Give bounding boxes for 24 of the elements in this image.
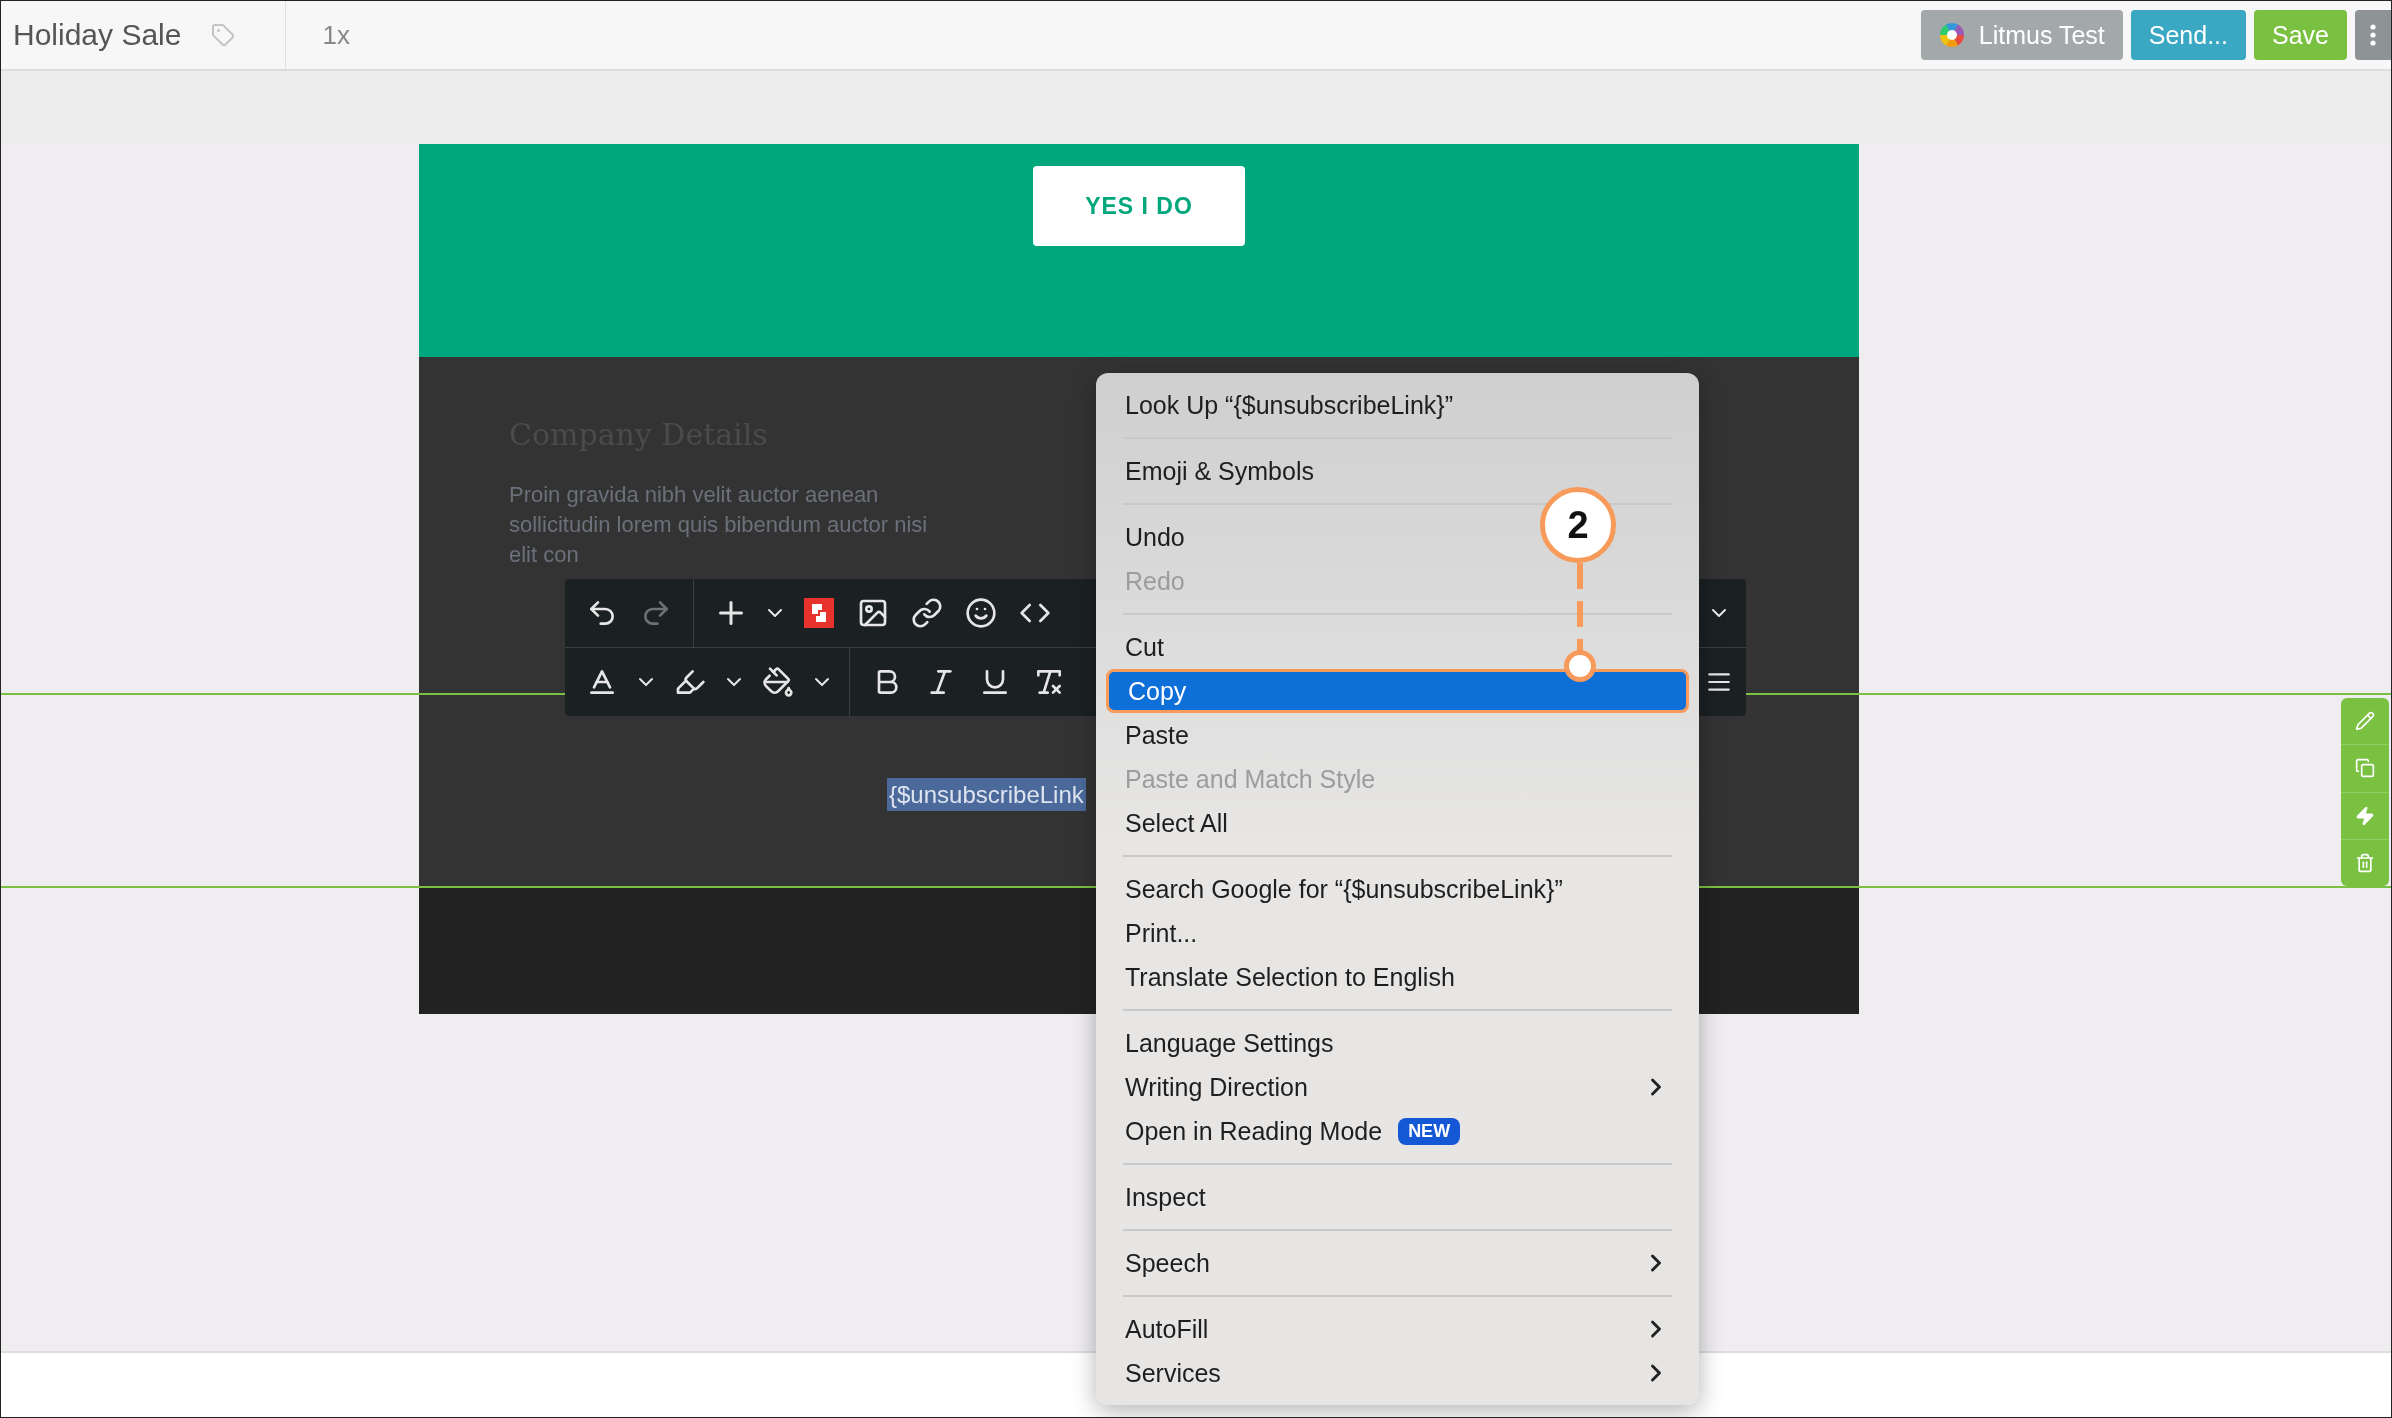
menu-item[interactable]: Open in Reading Mode NEW <box>1096 1109 1490 1153</box>
color-wheel-icon <box>1938 22 1965 48</box>
menu-item[interactable]: Writing Direction <box>1096 1065 1699 1109</box>
menu-item[interactable]: Print... <box>1096 911 1227 955</box>
menu-item[interactable]: Inspect <box>1096 1175 1235 1219</box>
more-icon <box>2370 24 2376 46</box>
menu-item[interactable]: Look Up “{$unsubscribeLink}” <box>1096 383 1482 427</box>
menu-item[interactable]: Speech <box>1096 1241 1699 1285</box>
menu-item[interactable]: Services <box>1096 1351 1699 1395</box>
menu-item[interactable]: Language Settings <box>1096 1021 1363 1065</box>
new-badge: NEW <box>1398 1117 1461 1145</box>
menu-item[interactable]: Cut <box>1096 625 1193 669</box>
campaign-title: Holiday Sale <box>13 18 182 52</box>
menu-item[interactable]: Translate Selection to English <box>1096 955 1484 999</box>
menu-item[interactable]: AutoFill <box>1096 1307 1699 1351</box>
body-paragraph: Proin gravida nibh velit auctor aenean sollicitudin lorem quis bibendum auctor nisi elit con <box>509 481 929 569</box>
menu-item[interactable]: Paste <box>1096 713 1218 757</box>
menu-item[interactable]: Select All <box>1096 801 1257 845</box>
more-menu-button[interactable] <box>2355 10 2391 60</box>
menu-item[interactable]: Search Google for “{$unsubscribeLink}” <box>1096 867 1592 911</box>
menu-item[interactable]: Copy <box>1106 669 1689 713</box>
selected-text[interactable]: {$unsubscribeLink <box>887 778 1086 811</box>
menu-item[interactable]: Undo <box>1096 515 1214 559</box>
menu-item[interactable]: Emoji & Symbols <box>1096 449 1343 493</box>
